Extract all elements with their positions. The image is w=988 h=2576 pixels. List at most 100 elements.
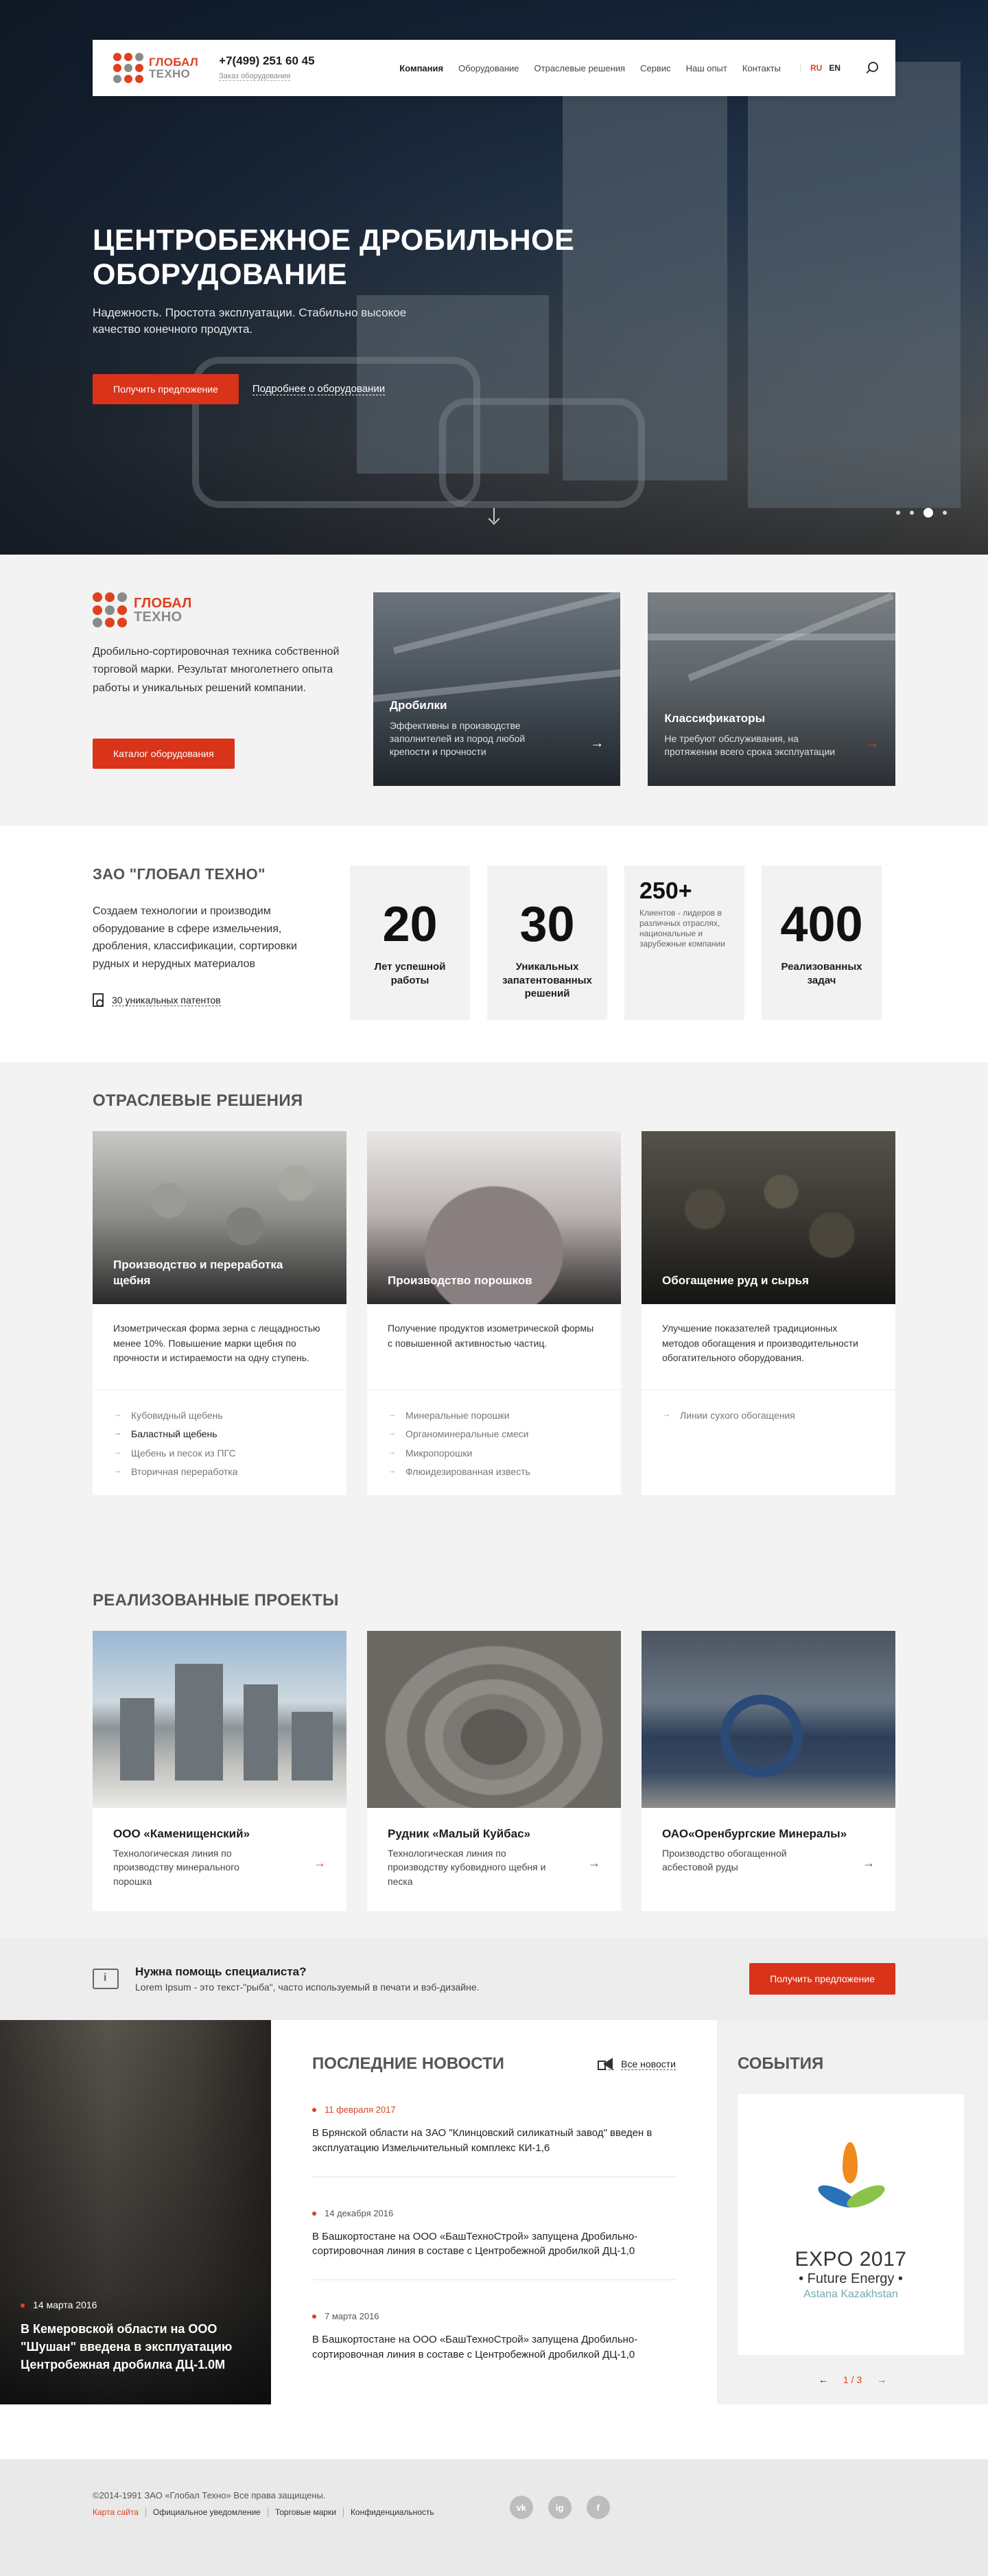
order-equipment-link[interactable]: Заказ оборудования bbox=[219, 71, 291, 81]
news-date: 11 февраля 2017 bbox=[312, 2104, 676, 2115]
header-phone[interactable]: +7(499) 251 60 45 bbox=[219, 54, 314, 68]
lang-ru[interactable]: RU bbox=[810, 63, 822, 73]
help-banner: Нужна помощь специалиста? Lorem Ipsum - … bbox=[0, 1938, 988, 2020]
events-title: СОБЫТИЯ bbox=[738, 2054, 824, 2073]
footer-link-privacy[interactable]: Конфиденциальность bbox=[342, 2507, 441, 2517]
news-section: 14 марта 2016 В Кемеровской области на О… bbox=[0, 2020, 988, 2404]
list-item[interactable]: Кубовидный щебень bbox=[113, 1406, 326, 1425]
logo-line1: ГЛОБАЛ bbox=[149, 56, 199, 69]
arrow-right-icon: → bbox=[588, 1856, 600, 1870]
logo-mark-icon bbox=[93, 592, 128, 628]
industry-card-list: Кубовидный щебень Баластный щебень Щебен… bbox=[93, 1390, 346, 1498]
category-text: Не требуют обслуживания, на протяжении в… bbox=[664, 733, 836, 758]
list-item[interactable]: Баластный щебень bbox=[113, 1425, 326, 1443]
list-item[interactable]: Органоминеральные смеси bbox=[388, 1425, 600, 1443]
hero-subtitle: Надежность. Простота эксплуатации. Стаби… bbox=[93, 305, 407, 336]
arrow-left-icon[interactable]: ← bbox=[819, 2374, 828, 2385]
events-pager: ← 1 / 3 → bbox=[738, 2374, 967, 2385]
project-card[interactable]: ООО «Каменищенский» Технологическая лини… bbox=[93, 1631, 346, 1911]
arrow-right-icon: → bbox=[314, 1856, 326, 1870]
news-item[interactable]: 11 февраля 2017 В Брянской области на ЗА… bbox=[312, 2074, 676, 2177]
patents-link[interactable]: 30 уникальных патентов bbox=[93, 993, 333, 1008]
category-card-crushers[interactable]: Дробилки Эффективны в производстве запол… bbox=[373, 592, 621, 786]
footer-link-trademarks[interactable]: Торговые марки bbox=[267, 2507, 343, 2517]
slider-dots bbox=[896, 508, 947, 518]
featured-news[interactable]: 14 марта 2016 В Кемеровской области на О… bbox=[0, 2020, 271, 2404]
all-news-label: Все новости bbox=[621, 2058, 676, 2070]
hero-cta-button[interactable]: Получить предложение bbox=[93, 373, 239, 404]
stat-number: 250+ bbox=[639, 878, 692, 904]
arrow-right-icon[interactable]: → bbox=[877, 2374, 886, 2385]
hero-more-link[interactable]: Подробнее о оборудовании bbox=[252, 383, 386, 395]
hero-content: ЦЕНТРОБЕЖНОЕ ДРОБИЛЬНОЕ ОБОРУДОВАНИЕ Над… bbox=[93, 223, 628, 404]
social-links: vk ig f bbox=[509, 2496, 610, 2519]
list-item[interactable]: Линии сухого обогащения bbox=[662, 1406, 875, 1425]
about-logo: ГЛОБАЛ ТЕХНО bbox=[93, 592, 346, 628]
category-text: Эффективны в производстве заполнителей и… bbox=[389, 720, 526, 758]
slider-dot[interactable] bbox=[943, 511, 947, 515]
slider-dot[interactable] bbox=[910, 511, 914, 515]
slider-dot[interactable] bbox=[896, 511, 900, 515]
news-item[interactable]: 14 декабря 2016 В Башкортостане на ООО «… bbox=[312, 2177, 676, 2280]
news-item[interactable]: 7 марта 2016 В Башкортостане на ООО «Баш… bbox=[312, 2280, 676, 2383]
menu-item-service[interactable]: Сервис bbox=[640, 63, 671, 73]
stat-number: 30 bbox=[519, 897, 575, 952]
facebook-icon[interactable]: f bbox=[586, 2496, 610, 2519]
stat-number: 400 bbox=[780, 897, 863, 952]
news-text: В Брянской области на ЗАО "Клинцовский с… bbox=[312, 2127, 652, 2154]
menu-item-solutions[interactable]: Отраслевые решения bbox=[534, 63, 626, 73]
industry-card-desc: Получение продуктов изометрической формы… bbox=[367, 1304, 621, 1390]
stat-box: 400 Реализованных задач bbox=[762, 866, 882, 1020]
category-card-classifiers[interactable]: Классификаторы Не требуют обслуживания, … bbox=[648, 592, 895, 786]
logo-line1: ГЛОБАЛ bbox=[134, 596, 192, 611]
menu-item-contacts[interactable]: Контакты bbox=[742, 63, 781, 73]
industry-card-image[interactable]: Обогащение руд и сырья bbox=[642, 1131, 895, 1304]
industry-card: Производство и переработка щебня Изометр… bbox=[93, 1131, 346, 1495]
project-image bbox=[642, 1631, 895, 1808]
search-icon[interactable] bbox=[865, 62, 878, 74]
stat-box: 250+ Клиентов - лидеров в различных отра… bbox=[624, 866, 744, 1020]
menu-item-experience[interactable]: Наш опыт bbox=[686, 63, 727, 73]
list-item[interactable]: Щебень и песок из ПГС bbox=[113, 1444, 326, 1463]
event-theme: • Future Energy • bbox=[799, 2271, 903, 2286]
expo-flame-logo bbox=[815, 2142, 888, 2238]
industry-card-list: Линии сухого обогащения bbox=[642, 1390, 895, 1441]
list-item[interactable]: Микропорошки bbox=[388, 1444, 600, 1463]
news-date: 7 марта 2016 bbox=[312, 2311, 676, 2321]
patents-label: 30 уникальных патентов bbox=[112, 994, 221, 1006]
slider-dot-active[interactable] bbox=[924, 508, 933, 518]
footer-link-notice[interactable]: Официальное уведомление bbox=[145, 2507, 268, 2517]
project-text: Технологическая линия по производству ми… bbox=[113, 1848, 239, 1887]
project-card[interactable]: Рудник «Малый Куйбас» Технологическая ли… bbox=[367, 1631, 621, 1911]
list-item[interactable]: Минеральные порошки bbox=[388, 1406, 600, 1425]
industry-card: Производство порошков Получение продукто… bbox=[367, 1131, 621, 1495]
featured-news-date: 14 марта 2016 bbox=[21, 2299, 250, 2310]
header-logo[interactable]: ГЛОБАЛ ТЕХНО bbox=[113, 53, 198, 83]
lang-en[interactable]: EN bbox=[829, 63, 840, 73]
help-cta-button[interactable]: Получить предложение bbox=[749, 1963, 895, 1995]
hero-section: ГЛОБАЛ ТЕХНО +7(499) 251 60 45 Заказ обо… bbox=[0, 0, 988, 555]
instagram-icon[interactable]: ig bbox=[548, 2496, 572, 2519]
event-card[interactable]: EXPO 2017 • Future Energy • Astana Kazak… bbox=[738, 2094, 964, 2355]
hero-title-line2: ОБОРУДОВАНИЕ bbox=[93, 258, 348, 292]
hero-title: ЦЕНТРОБЕЖНОЕ ДРОБИЛЬНОЕ ОБОРУДОВАНИЕ bbox=[93, 223, 628, 292]
help-title: Нужна помощь специалиста? bbox=[135, 1965, 307, 1978]
footer-link-sitemap[interactable]: Карта сайта bbox=[93, 2507, 145, 2517]
industry-card-image[interactable]: Производство и переработка щебня bbox=[93, 1131, 346, 1304]
menu-item-equipment[interactable]: Оборудование bbox=[458, 63, 519, 73]
news-title: ПОСЛЕДНИЕ НОВОСТИ bbox=[312, 2054, 504, 2073]
project-text: Технологическая линия по производству ку… bbox=[388, 1848, 546, 1887]
industry-card-image[interactable]: Производство порошков bbox=[367, 1131, 621, 1304]
menu-item-company[interactable]: Компания bbox=[399, 63, 443, 73]
project-title: ООО «Каменищенский» bbox=[113, 1827, 250, 1840]
vk-icon[interactable]: vk bbox=[509, 2496, 533, 2519]
all-news-link[interactable]: Все новости bbox=[598, 2058, 676, 2070]
industry-card-list: Минеральные порошки Органоминеральные см… bbox=[367, 1390, 621, 1498]
list-item[interactable]: Флюидезированная известь bbox=[388, 1463, 600, 1481]
list-item[interactable]: Вторичная переработка bbox=[113, 1463, 326, 1481]
project-card[interactable]: ОАО«Оренбургские Минералы» Производство … bbox=[642, 1631, 895, 1911]
scroll-down-icon[interactable] bbox=[489, 508, 499, 524]
logo-line2: ТЕХНО bbox=[134, 610, 183, 625]
catalog-button[interactable]: Каталог оборудования bbox=[93, 739, 235, 769]
event-name: EXPO 2017 bbox=[795, 2248, 907, 2271]
